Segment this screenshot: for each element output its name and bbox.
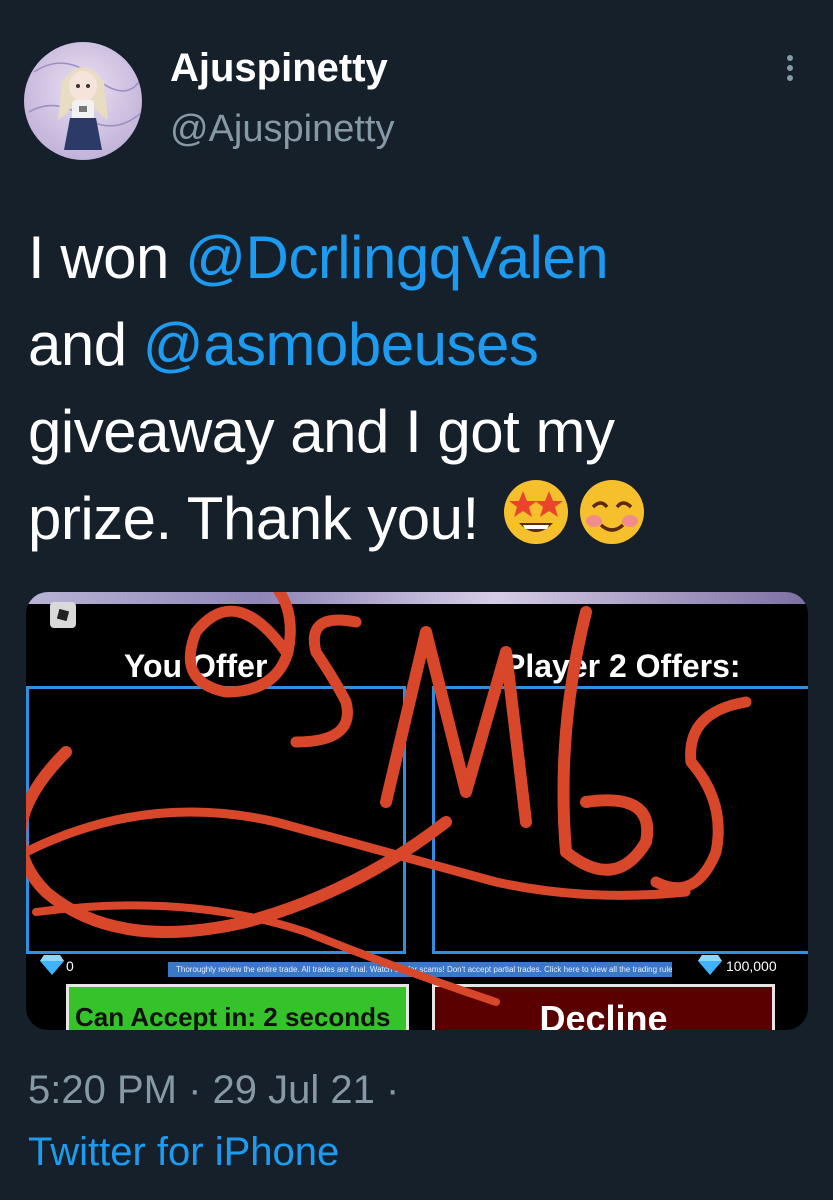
decline-button[interactable]: Decline — [432, 984, 775, 1030]
tweet-detail: Ajuspinetty @Ajuspinetty I won @Dcrlingq… — [0, 0, 833, 1200]
tweet-line-1: I won @DcrlingqValen — [28, 214, 818, 301]
user-handle[interactable]: @Ajuspinetty — [170, 108, 394, 151]
roblox-logo-icon — [50, 602, 76, 628]
tweet-text-segment: I won — [28, 224, 186, 291]
player2-offer-title: Player 2 Offers: — [504, 648, 741, 684]
diamond-icon — [40, 955, 64, 975]
star-struck-emoji-icon — [501, 477, 571, 570]
accept-button[interactable]: Can Accept in: 2 seconds — [66, 984, 409, 1030]
player2-diamond-count: 100,000 — [726, 958, 777, 974]
vertical-dots-icon — [787, 55, 793, 81]
mention-link[interactable]: @DcrlingqValen — [185, 224, 609, 291]
tweet-line-3: giveaway and I got my — [28, 398, 615, 465]
tweet-timestamp: 5:20 PM · 29 Jul 21 · — [28, 1068, 400, 1112]
tweet-text-segment: prize. Thank you! — [28, 485, 479, 552]
mention-link[interactable]: @asmobeuses — [143, 311, 539, 378]
your-offer-box — [26, 686, 406, 954]
trade-notice-bar[interactable]: Thoroughly review the entire trade. All … — [168, 962, 672, 977]
tweet-line-2: and @asmobeuses — [28, 301, 818, 388]
your-diamond-count: 0 — [66, 958, 74, 974]
tweet-source-link[interactable]: Twitter for iPhone — [28, 1130, 339, 1175]
you-offer-title: You Offer — [124, 648, 268, 684]
more-options-button[interactable] — [772, 50, 808, 86]
diamond-icon — [698, 955, 722, 975]
smiling-blush-emoji-icon — [577, 477, 647, 570]
avatar[interactable] — [24, 42, 142, 160]
avatar-character-icon — [28, 62, 142, 150]
tweet-text-segment: and — [28, 311, 143, 378]
tweet-media-image[interactable]: You Offer Player 2 Offers: 0 Thoroughly … — [26, 592, 808, 1030]
player2-offer-box — [432, 686, 808, 954]
tweet-line-4: prize. Thank you! — [28, 475, 818, 570]
game-background-strip — [26, 592, 808, 604]
tweet-text: I won @DcrlingqValen and @asmobeuses giv… — [28, 214, 818, 570]
display-name[interactable]: Ajuspinetty — [170, 46, 388, 91]
